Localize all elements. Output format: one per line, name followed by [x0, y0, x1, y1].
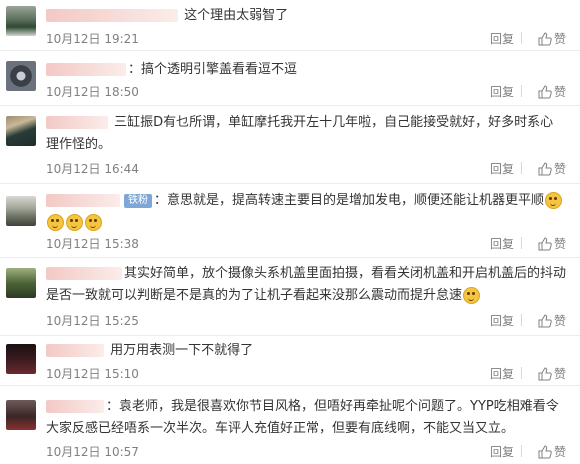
- avatar[interactable]: [6, 344, 36, 374]
- comment-text: ：袁老师，我是很喜欢你节目风格，但唔好再牵扯呢个问题了。YYP吃相难看令大家反感…: [46, 399, 559, 436]
- thumbs-up-icon: [538, 236, 552, 250]
- like-label: 赞: [553, 445, 566, 459]
- comment-text: 这个理由太弱智了: [184, 8, 289, 23]
- reply-button[interactable]: 回复: [490, 365, 514, 382]
- reply-button[interactable]: 回复: [490, 235, 514, 252]
- comment-item: 三缸振D有乜所谓，单缸摩托我开左十几年啦，自己能接受就好，好多时系心理作怪的。 …: [0, 106, 580, 184]
- glasses-emoji-icon: [463, 287, 481, 304]
- like-button[interactable]: 赞: [538, 83, 566, 100]
- comment-body: ：搞个透明引擎盖看看逗不逗: [46, 59, 566, 81]
- comment-list: 这个理由太弱智了 10月12日 19:21 回复 赞 ：搞个透明引擎盖看看逗不逗…: [0, 0, 580, 464]
- thumbs-up-icon: [538, 84, 552, 98]
- comment-item: ：袁老师，我是很喜欢你节目风格，但唔好再牵扯呢个问题了。YYP吃相难看令大家反感…: [0, 386, 580, 464]
- comment-timestamp: 10月12日 19:21: [46, 32, 139, 46]
- username[interactable]: [46, 116, 108, 129]
- comment-body: 铁粉 ：意思就是，提高转速主要目的是增加发电，顺便还能让机器更平顺: [46, 190, 566, 234]
- comment-text: 其实好简单，放个摄像头系机盖里面拍摄，看看关闭机盖和开启机盖后的抖动是否一致就可…: [46, 266, 567, 303]
- reply-button[interactable]: 回复: [490, 443, 514, 460]
- avatar[interactable]: [6, 116, 36, 146]
- thumbs-up-icon: [538, 444, 552, 458]
- like-button[interactable]: 赞: [538, 365, 566, 382]
- thumbs-up-icon: [538, 366, 552, 380]
- comment-body: 这个理由太弱智了: [46, 5, 566, 27]
- comment-item: 这个理由太弱智了 10月12日 19:21 回复 赞: [0, 0, 580, 51]
- divider: [521, 85, 522, 97]
- like-button[interactable]: 赞: [538, 312, 566, 329]
- comment-body: 用万用表测一下不就得了: [46, 340, 566, 362]
- like-label: 赞: [553, 237, 566, 251]
- divider: [521, 367, 522, 379]
- reply-button[interactable]: 回复: [490, 83, 514, 100]
- username[interactable]: [46, 63, 126, 76]
- thumbs-up-icon: [538, 161, 552, 175]
- doge-emoji-icon: [85, 214, 102, 231]
- avatar[interactable]: [6, 196, 36, 226]
- divider: [521, 32, 522, 44]
- comment-item: 其实好简单，放个摄像头系机盖里面拍摄，看看关闭机盖和开启机盖后的抖动是否一致就可…: [0, 258, 580, 336]
- comment-body: ：袁老师，我是很喜欢你节目风格，但唔好再牵扯呢个问题了。YYP吃相难看令大家反感…: [46, 396, 566, 440]
- like-button[interactable]: 赞: [538, 30, 566, 47]
- divider: [521, 237, 522, 249]
- comment-timestamp: 10月12日 15:10: [46, 367, 139, 381]
- comment-item: ：搞个透明引擎盖看看逗不逗 10月12日 18:50 回复 赞: [0, 51, 580, 106]
- like-label: 赞: [553, 85, 566, 99]
- comment-text: 三缸振D有乜所谓，单缸摩托我开左十几年啦，自己能接受就好，好多时系心理作怪的。: [46, 115, 554, 152]
- like-label: 赞: [553, 162, 566, 176]
- username[interactable]: [46, 9, 178, 22]
- divider: [521, 445, 522, 457]
- username[interactable]: [46, 267, 122, 280]
- thumbs-up-icon: [538, 313, 552, 327]
- username[interactable]: [46, 400, 104, 413]
- comment-timestamp: 10月12日 16:44: [46, 162, 139, 176]
- username[interactable]: [46, 344, 104, 357]
- doge-emoji-icon: [66, 214, 83, 231]
- comment-body: 三缸振D有乜所谓，单缸摩托我开左十几年啦，自己能接受就好，好多时系心理作怪的。: [46, 112, 566, 156]
- divider: [521, 314, 522, 326]
- doge-emoji-icon: [545, 192, 563, 209]
- avatar[interactable]: [6, 61, 36, 91]
- comment-timestamp: 10月12日 15:25: [46, 314, 139, 328]
- thumbs-up-icon: [538, 31, 552, 45]
- comment-item: 铁粉 ：意思就是，提高转速主要目的是增加发电，顺便还能让机器更平顺 10月12日 …: [0, 184, 580, 258]
- doge-emoji-icon: [47, 214, 64, 231]
- comment-text: 用万用表测一下不就得了: [110, 343, 254, 358]
- like-button[interactable]: 赞: [538, 235, 566, 252]
- comment-body: 其实好简单，放个摄像头系机盖里面拍摄，看看关闭机盖和开启机盖后的抖动是否一致就可…: [46, 263, 566, 307]
- like-label: 赞: [553, 367, 566, 381]
- like-label: 赞: [553, 32, 566, 46]
- avatar[interactable]: [6, 268, 36, 298]
- comment-timestamp: 10月12日 15:38: [46, 237, 139, 251]
- avatar[interactable]: [6, 400, 36, 430]
- comment-item: 用万用表测一下不就得了 10月12日 15:10 回复 赞: [0, 336, 580, 386]
- comment-text: ：意思就是，提高转速主要目的是增加发电，顺便还能让机器更平顺: [154, 193, 545, 208]
- divider: [521, 162, 522, 174]
- like-button[interactable]: 赞: [538, 443, 566, 460]
- reply-button[interactable]: 回复: [490, 312, 514, 329]
- avatar[interactable]: [6, 6, 36, 36]
- reply-button[interactable]: 回复: [490, 160, 514, 177]
- comment-timestamp: 10月12日 18:50: [46, 85, 139, 99]
- comment-text: ：搞个透明引擎盖看看逗不逗: [128, 62, 298, 77]
- comment-timestamp: 10月12日 10:57: [46, 445, 139, 459]
- username[interactable]: [46, 194, 120, 207]
- like-label: 赞: [553, 314, 566, 328]
- fan-badge: 铁粉: [124, 193, 152, 208]
- like-button[interactable]: 赞: [538, 160, 566, 177]
- reply-button[interactable]: 回复: [490, 30, 514, 47]
